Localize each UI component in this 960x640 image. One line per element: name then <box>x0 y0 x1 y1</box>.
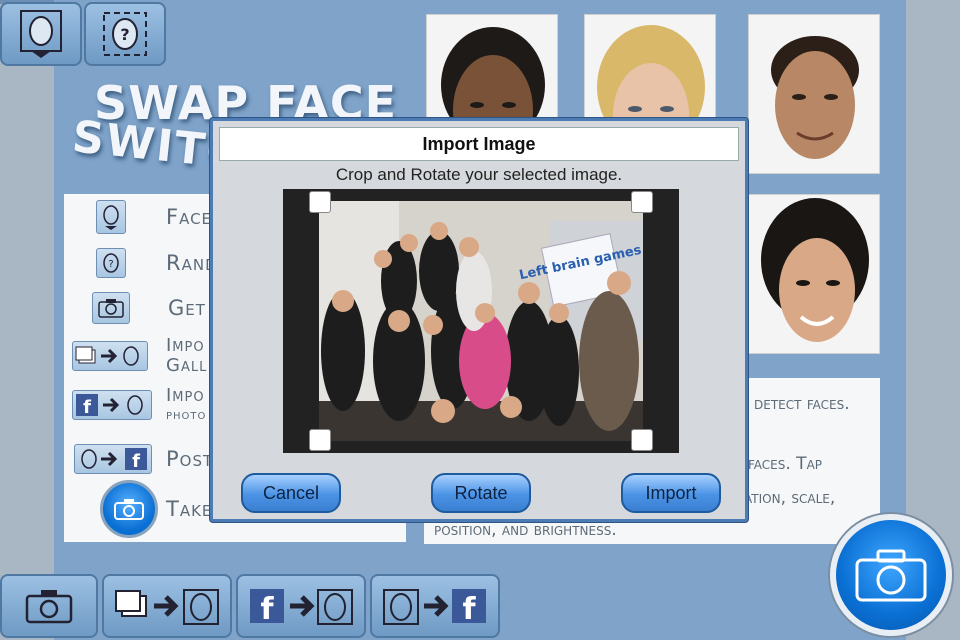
face-thumb-3[interactable] <box>748 14 880 174</box>
gallery-to-face-icon <box>72 341 148 371</box>
face-icon <box>96 200 126 234</box>
rotate-button[interactable]: Rotate <box>431 473 531 513</box>
crop-handle-top-right[interactable] <box>631 191 653 213</box>
import-button[interactable]: Import <box>621 473 721 513</box>
menu-item-import-photo[interactable]: f Impo photo <box>72 386 206 424</box>
crop-handle-bottom-left[interactable] <box>309 429 331 451</box>
crop-handle-top-left[interactable] <box>309 191 331 213</box>
menu-item-label: Get <box>168 296 206 320</box>
menu-item-label: Take <box>166 497 213 521</box>
random-face-icon: ? <box>96 248 126 278</box>
camera-icon <box>855 549 927 602</box>
camera-icon <box>92 292 130 324</box>
info-line-2: faces. Tap <box>748 454 823 474</box>
camera-button[interactable] <box>0 574 98 638</box>
menu-item-label: Impo <box>166 335 205 356</box>
camera-icon <box>25 590 73 624</box>
svg-text:f: f <box>462 592 476 626</box>
menu-item-take[interactable]: Take <box>100 480 212 538</box>
import-image-dialog: Import Image Crop and Rotate your select… <box>210 118 748 522</box>
post-facebook-button[interactable]: f <box>370 574 500 638</box>
take-photo-button[interactable] <box>830 514 952 636</box>
camera-icon <box>100 480 158 538</box>
info-line-1: detect faces. <box>754 394 850 414</box>
menu-item-get[interactable]: Get <box>92 292 206 324</box>
menu-item-label: Face <box>166 205 213 229</box>
menu-item-random[interactable]: ? Rand <box>96 248 218 278</box>
face-button[interactable] <box>0 2 82 66</box>
crop-handle-bottom-right[interactable] <box>631 429 653 451</box>
dialog-subtitle: Crop and Rotate your selected image. <box>335 165 623 184</box>
svg-text:?: ? <box>108 259 113 270</box>
info-line-4: position, and brightness. <box>434 520 617 540</box>
selected-photo: Left brain games <box>319 201 643 441</box>
import-facebook-button[interactable]: f <box>236 574 366 638</box>
svg-text:f: f <box>83 397 91 417</box>
random-face-icon: ? <box>103 12 147 56</box>
face-thumb-3-image <box>749 15 879 173</box>
face-thumb-4[interactable] <box>748 194 880 354</box>
facebook-to-face-icon: f <box>72 390 152 420</box>
menu-item-post[interactable]: f Post <box>74 444 213 474</box>
group-photo-image: Left brain games <box>319 201 643 441</box>
crop-frame[interactable]: Left brain games <box>283 189 679 453</box>
random-face-button[interactable]: ? <box>84 2 166 66</box>
svg-text:?: ? <box>120 25 129 44</box>
facebook-to-face-icon: f <box>250 589 353 626</box>
cancel-button[interactable]: Cancel <box>241 473 341 513</box>
dialog-title: Import Image <box>219 127 739 161</box>
face-to-facebook-icon: f <box>383 589 486 626</box>
face-thumb-4-image <box>749 195 879 353</box>
menu-item-label-2: Gall <box>166 355 208 376</box>
face-to-facebook-icon: f <box>74 444 152 474</box>
menu-item-label: Impo <box>166 385 205 406</box>
import-gallery-button[interactable] <box>102 574 232 638</box>
menu-item-label-2: photo <box>166 407 207 423</box>
gallery-to-face-icon <box>115 589 219 625</box>
menu-item-face[interactable]: Face <box>96 200 212 234</box>
svg-text:f: f <box>132 451 140 471</box>
menu-item-import-gallery[interactable]: Impo Gall <box>72 336 207 376</box>
info-line-3: ation, scale, <box>744 488 836 508</box>
face-icon <box>20 10 62 58</box>
menu-item-label: Post <box>166 447 214 471</box>
svg-text:f: f <box>260 592 274 626</box>
